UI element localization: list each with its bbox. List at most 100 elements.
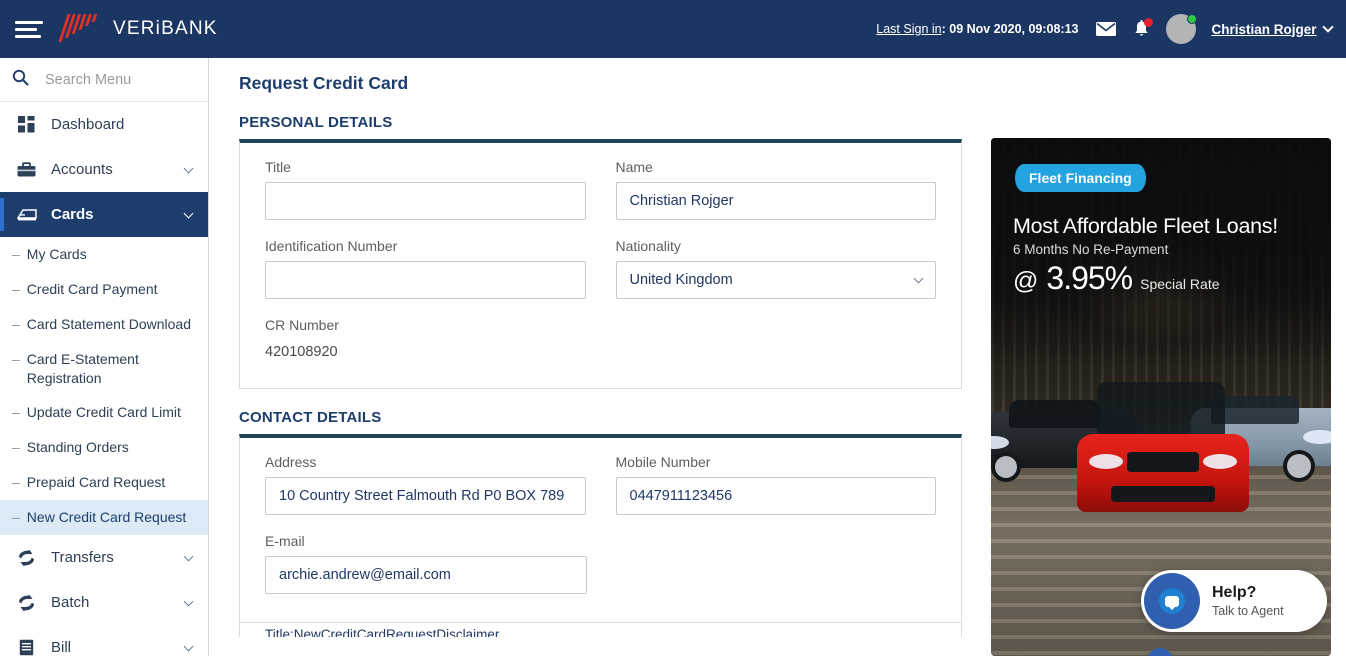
ad-rate-label: Special Rate bbox=[1140, 276, 1220, 292]
ad-rate-row: @ 3.95% Special Rate bbox=[1013, 260, 1220, 297]
brand-logo[interactable]: VERiBANK bbox=[58, 14, 218, 44]
search-menu-row[interactable]: Search Menu bbox=[0, 58, 208, 102]
sidebar-subitem-new-credit-card-request[interactable]: – New Credit Card Request bbox=[0, 500, 208, 536]
exchange-icon bbox=[16, 594, 37, 612]
sidebar-subitem-label: Card E-Statement Registration bbox=[26, 350, 139, 386]
dash-icon: – bbox=[12, 246, 20, 262]
field-label: E-mail bbox=[265, 533, 305, 549]
email-input[interactable]: archie.andrew@email.com bbox=[265, 556, 587, 594]
disclaimer-clipped-text: Title:NewCreditCardRequestDisclaimer bbox=[239, 623, 962, 637]
dash-icon: – bbox=[12, 280, 20, 297]
help-chat-widget[interactable]: Help? Talk to Agent bbox=[1141, 570, 1327, 632]
mobile-number-input[interactable]: 0447911123456 bbox=[615, 477, 936, 515]
hamburger-menu-icon[interactable] bbox=[15, 19, 43, 39]
sidebar-subitem-label: New Credit Card Request bbox=[26, 509, 187, 526]
ad-headline: Most Affordable Fleet Loans! bbox=[1013, 214, 1278, 238]
title-input[interactable] bbox=[265, 182, 586, 220]
sidebar: Search Menu Dashboard Accounts Cards – M… bbox=[0, 58, 209, 656]
sidebar-item-label: Accounts bbox=[51, 161, 113, 178]
ad-rate-value: 3.95% bbox=[1046, 260, 1133, 296]
last-sign-in: Last Sign in: 09 Nov 2020, 09:08:13 bbox=[876, 22, 1078, 36]
sidebar-subitem-label: Card Statement Download bbox=[26, 315, 191, 332]
search-icon bbox=[12, 69, 29, 91]
sidebar-item-batch[interactable]: Batch bbox=[0, 580, 208, 625]
sidebar-subitem-my-cards[interactable]: – My Cards bbox=[0, 237, 208, 272]
chevron-down-icon bbox=[183, 551, 194, 561]
chevron-down-icon bbox=[183, 596, 194, 606]
avatar[interactable] bbox=[1165, 14, 1197, 44]
search-input[interactable]: Search Menu bbox=[45, 72, 131, 88]
sidebar-item-label: Bill bbox=[51, 639, 72, 656]
sidebar-subitem-label: Credit Card Payment bbox=[26, 280, 158, 297]
at-symbol-icon: @ bbox=[1013, 267, 1039, 295]
chevron-down-icon bbox=[183, 208, 194, 218]
sidebar-subitem-label: Prepaid Card Request bbox=[26, 474, 166, 491]
last-sign-in-value: : 09 Nov 2020, 09:08:13 bbox=[941, 22, 1079, 36]
bell-icon[interactable] bbox=[1133, 17, 1153, 39]
online-status-dot bbox=[1186, 14, 1197, 24]
topbar-right-group: Last Sign in: 09 Nov 2020, 09:08:13 Chri… bbox=[876, 14, 1346, 44]
chat-text-group: Help? Talk to Agent bbox=[1212, 584, 1284, 618]
user-menu[interactable]: Christian Rojger bbox=[1212, 20, 1334, 37]
envelope-icon[interactable] bbox=[1095, 21, 1117, 37]
notification-dot bbox=[1143, 17, 1153, 27]
chat-icon-circle bbox=[1144, 573, 1200, 629]
sidebar-subitem-card-statement-download[interactable]: – Card Statement Download bbox=[0, 307, 208, 342]
sidebar-item-bill[interactable]: Bill bbox=[0, 625, 208, 656]
sidebar-subitem-credit-card-payment[interactable]: – Credit Card Payment bbox=[0, 272, 208, 307]
brand-name: VERiBANK bbox=[113, 18, 218, 39]
dash-icon: – bbox=[12, 509, 20, 526]
sidebar-item-label: Batch bbox=[51, 594, 90, 612]
last-sign-in-label: Last Sign in bbox=[876, 22, 942, 36]
field-label: Title bbox=[265, 159, 291, 175]
exchange-icon bbox=[16, 549, 37, 567]
sidebar-subitem-prepaid-card-request[interactable]: – Prepaid Card Request bbox=[0, 465, 208, 500]
chevron-down-icon bbox=[1322, 20, 1334, 33]
field-label: Mobile Number bbox=[615, 454, 711, 470]
sidebar-subitem-label: My Cards bbox=[26, 246, 87, 262]
nationality-select[interactable]: United Kingdom bbox=[615, 261, 936, 299]
dash-icon: – bbox=[12, 350, 20, 367]
field-email: E-mail archie.andrew@email.com bbox=[265, 533, 587, 594]
personal-details-card: Title Name Christian Rojger Identificati… bbox=[239, 139, 962, 389]
veribank-logo-icon bbox=[58, 14, 101, 44]
nationality-value: United Kingdom bbox=[629, 272, 733, 288]
sidebar-item-cards[interactable]: Cards bbox=[0, 192, 208, 237]
chat-title: Help? bbox=[1212, 584, 1257, 601]
sidebar-subitem-card-estatement-registration[interactable]: – Card E-Statement Registration bbox=[0, 342, 208, 396]
chat-subtitle: Talk to Agent bbox=[1212, 604, 1284, 618]
dash-icon: – bbox=[12, 404, 20, 421]
cr-number-value: 420108920 bbox=[265, 344, 338, 360]
sidebar-subitem-standing-orders[interactable]: – Standing Orders bbox=[0, 430, 208, 465]
field-label: CR Number bbox=[265, 317, 339, 333]
sidebar-item-transfers[interactable]: Transfers bbox=[0, 535, 208, 580]
sidebar-item-accounts[interactable]: Accounts bbox=[0, 147, 208, 192]
field-cr-number: CR Number 420108920 bbox=[265, 317, 587, 360]
card-icon bbox=[16, 207, 37, 223]
identification-number-input[interactable] bbox=[265, 261, 586, 299]
briefcase-icon bbox=[16, 161, 37, 178]
sidebar-item-label: Dashboard bbox=[51, 116, 125, 133]
field-identification-number: Identification Number bbox=[265, 238, 586, 299]
section-title-personal-details: PERSONAL DETAILS bbox=[239, 114, 393, 131]
sidebar-item-dashboard[interactable]: Dashboard bbox=[0, 102, 208, 147]
address-input[interactable]: 10 Country Street Falmouth Rd P0 BOX 789 bbox=[265, 477, 586, 515]
field-label: Name bbox=[615, 159, 653, 175]
field-name: Name Christian Rojger bbox=[615, 159, 936, 220]
main-content: Request Credit Card PERSONAL DETAILS Tit… bbox=[210, 58, 1346, 656]
dash-icon: – bbox=[12, 439, 20, 456]
grid-icon bbox=[16, 116, 37, 133]
field-label: Nationality bbox=[615, 238, 681, 254]
chevron-down-icon bbox=[913, 273, 924, 284]
dash-icon: – bbox=[12, 474, 20, 491]
sidebar-item-label: Transfers bbox=[51, 549, 114, 567]
sidebar-subitem-update-credit-card-limit[interactable]: – Update Credit Card Limit bbox=[0, 395, 208, 430]
name-input[interactable]: Christian Rojger bbox=[615, 182, 936, 220]
chevron-down-icon bbox=[183, 163, 194, 173]
sidebar-subitem-label: Update Credit Card Limit bbox=[26, 404, 181, 421]
page-title: Request Credit Card bbox=[239, 73, 409, 93]
contact-details-card: Address 10 Country Street Falmouth Rd P0… bbox=[239, 434, 962, 623]
sidebar-subitem-label: Standing Orders bbox=[26, 439, 129, 456]
dash-icon: – bbox=[12, 315, 20, 332]
field-address: Address 10 Country Street Falmouth Rd P0… bbox=[265, 454, 586, 515]
